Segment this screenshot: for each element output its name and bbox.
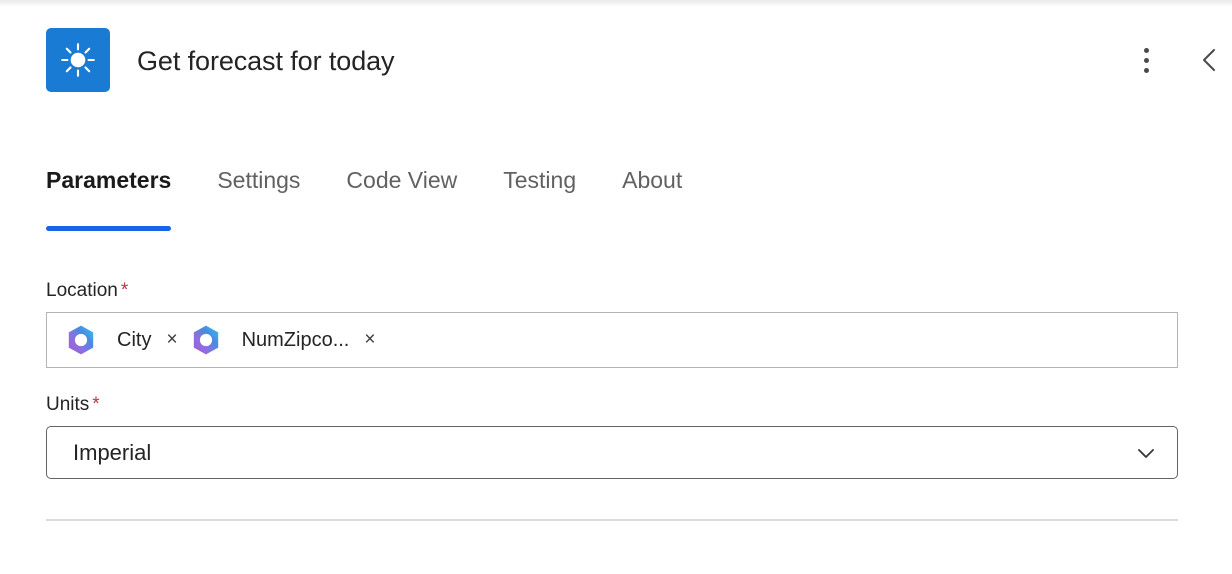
- location-token-city[interactable]: City ×: [65, 320, 178, 360]
- tab-bar: Parameters Settings Code View Testing Ab…: [46, 165, 682, 231]
- tab-settings-label: Settings: [217, 167, 301, 193]
- location-required-marker: *: [120, 280, 129, 301]
- tab-about-label: About: [622, 167, 683, 193]
- collapse-panel-button[interactable]: [1188, 35, 1232, 85]
- tab-code-view[interactable]: Code View: [346, 165, 457, 195]
- parameters-form: Location * City × NumZipco... × Units * …: [46, 278, 1178, 479]
- units-select[interactable]: Imperial: [46, 426, 1178, 479]
- tab-testing[interactable]: Testing: [503, 165, 576, 195]
- units-label: Units *: [46, 392, 1178, 417]
- top-edge-strip: [0, 0, 1232, 7]
- panel-header: Get forecast for today: [0, 7, 1232, 102]
- chevron-left-icon: [1203, 49, 1215, 71]
- location-token-numzipcode[interactable]: NumZipco... ×: [190, 320, 375, 360]
- units-field: Units * Imperial: [46, 392, 1178, 479]
- tab-code-view-label: Code View: [346, 167, 458, 193]
- section-divider: [46, 519, 1178, 521]
- weather-sun-icon: [46, 28, 110, 92]
- location-input[interactable]: City × NumZipco... ×: [46, 312, 1178, 368]
- chevron-down-icon: [1138, 448, 1154, 458]
- units-label-text: Units: [46, 394, 90, 415]
- location-label: Location *: [46, 278, 1178, 303]
- location-token-label: NumZipco...: [241, 329, 350, 351]
- location-token-label: City: [117, 329, 152, 351]
- more-vertical-icon: [1143, 45, 1149, 75]
- units-required-marker: *: [92, 394, 100, 415]
- page-title: Get forecast for today: [137, 46, 395, 76]
- tab-about[interactable]: About: [622, 165, 682, 195]
- location-label-text: Location: [46, 280, 118, 301]
- units-selected-value: Imperial: [73, 439, 152, 465]
- location-token-remove-button[interactable]: ×: [364, 330, 375, 350]
- location-token-remove-button[interactable]: ×: [166, 330, 177, 350]
- copilot-loop-icon: [193, 325, 218, 355]
- tab-parameters-label: Parameters: [46, 167, 172, 193]
- tab-parameters[interactable]: Parameters: [46, 165, 172, 231]
- more-options-button[interactable]: [1124, 35, 1168, 85]
- tab-settings[interactable]: Settings: [217, 165, 300, 195]
- copilot-loop-icon: [68, 325, 94, 355]
- tab-testing-label: Testing: [503, 167, 577, 193]
